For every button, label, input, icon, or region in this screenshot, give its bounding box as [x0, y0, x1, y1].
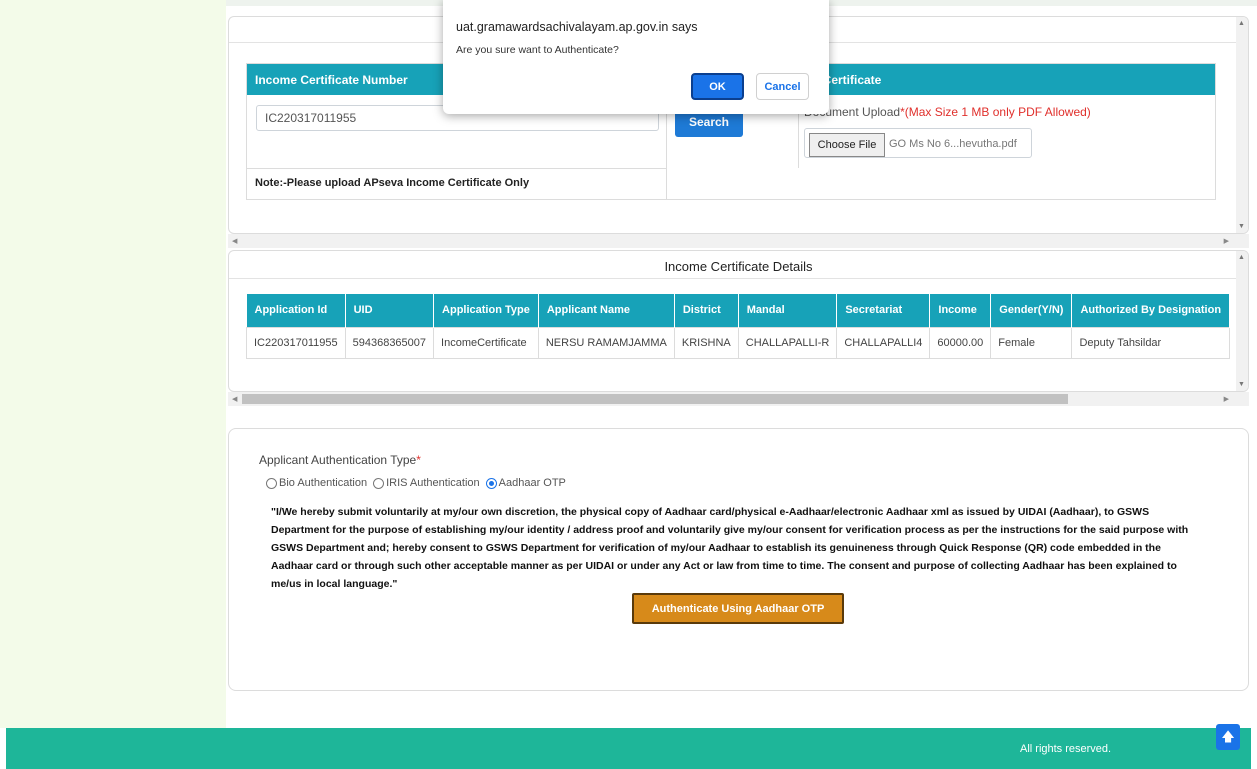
column-header: Secretariat: [836, 294, 931, 327]
table-cell: CHALLAPALLI4: [836, 326, 931, 359]
table-row: IC220317011955 594368365007 IncomeCertif…: [246, 326, 1231, 359]
scroll-left-arrow-icon[interactable]: ◀: [232, 237, 237, 245]
radio-button[interactable]: [266, 477, 277, 489]
authentication-type-radio-group: Bio Authentication IRIS Authentication A…: [266, 477, 572, 489]
left-sidebar-panel: [0, 0, 226, 728]
column-header: Applicant Name: [538, 294, 675, 327]
arrow-up-icon: 🡅: [1221, 729, 1235, 744]
ok-button[interactable]: OK: [691, 73, 744, 100]
column-header: UID: [345, 294, 435, 327]
scroll-up-arrow-icon[interactable]: ▲: [1238, 20, 1245, 27]
scroll-up-arrow-icon[interactable]: ▲: [1238, 254, 1245, 261]
vertical-scrollbar[interactable]: ▲ ▼: [1236, 17, 1248, 233]
vertical-scrollbar[interactable]: ▲ ▼: [1236, 251, 1248, 391]
document-upload-label: Document Upload*(Max Size 1 MB only PDF …: [804, 105, 1091, 119]
table-cell: CHALLAPALLI-R: [737, 326, 838, 359]
column-header: Mandal: [738, 294, 838, 327]
authenticate-aadhaar-otp-button[interactable]: Authenticate Using Aadhaar OTP: [632, 593, 844, 624]
radio-iris-authentication[interactable]: IRIS Authentication: [373, 477, 480, 489]
radio-label: IRIS Authentication: [386, 477, 480, 489]
column-header: Application Type: [433, 294, 539, 327]
scroll-left-arrow-icon[interactable]: ◀: [232, 395, 237, 403]
radio-label: Bio Authentication: [279, 477, 368, 489]
footer-copyright: All rights reserved.: [1020, 743, 1112, 755]
table-cell: NERSU RAMAMJAMMA: [537, 326, 675, 359]
confirm-dialog: uat.gramawardsachivalayam.ap.gov.in says…: [443, 0, 829, 114]
horizontal-scrollbar[interactable]: ◀ ▶: [228, 234, 1249, 248]
authentication-type-label: Applicant Authentication Type*: [259, 453, 421, 467]
cancel-button[interactable]: Cancel: [756, 73, 809, 100]
table-cell: Female: [990, 326, 1073, 359]
horizontal-scrollbar[interactable]: ◀ ▶: [228, 392, 1249, 406]
authentication-card: Applicant Authentication Type* Bio Authe…: [228, 428, 1249, 691]
column-header: Authorized By Designation: [1071, 294, 1231, 327]
table-cell: IncomeCertificate: [433, 326, 539, 359]
scroll-right-arrow-icon[interactable]: ▶: [1224, 237, 1229, 245]
radio-aadhaar-otp[interactable]: Aadhaar OTP: [485, 477, 566, 489]
details-table: Application Id UID Application Type Appl…: [246, 294, 1231, 359]
choose-file-button[interactable]: Choose File: [809, 133, 885, 157]
upload-note: Note:-Please upload APseva Income Certif…: [255, 177, 530, 189]
table-cell: 594368365007: [344, 326, 435, 359]
footer: All rights reserved.: [6, 728, 1251, 769]
required-mark: *: [416, 453, 421, 467]
radio-button-selected[interactable]: [485, 477, 497, 489]
column-header: Income: [929, 294, 992, 327]
scroll-to-top-button[interactable]: 🡅: [1216, 724, 1240, 750]
file-upload-field[interactable]: Choose File GO Ms No 6...hevutha.pdf: [804, 128, 1032, 158]
radio-button[interactable]: [373, 477, 385, 489]
table-cell: 60000.00: [929, 326, 992, 359]
dialog-message: Are you sure want to Authenticate?: [456, 44, 619, 56]
radio-bio-authentication[interactable]: Bio Authentication: [266, 477, 367, 489]
radio-label: Aadhaar OTP: [498, 477, 566, 489]
column-header: Application Id: [246, 294, 346, 327]
selected-file-name: GO Ms No 6...hevutha.pdf: [889, 138, 1017, 150]
column-header: District: [674, 294, 739, 327]
authentication-type-label-text: Applicant Authentication Type: [259, 453, 417, 467]
income-certificate-number-header: Income Certificate Number: [255, 73, 408, 87]
scroll-right-arrow-icon[interactable]: ▶: [1224, 395, 1229, 403]
dialog-title: uat.gramawardsachivalayam.ap.gov.in says: [456, 20, 698, 34]
column-header: Gender(Y/N): [990, 294, 1073, 327]
table-cell: IC220317011955: [246, 326, 346, 359]
scroll-down-arrow-icon[interactable]: ▼: [1238, 223, 1245, 230]
details-title: Income Certificate Details: [229, 251, 1248, 279]
scroll-down-arrow-icon[interactable]: ▼: [1238, 381, 1245, 388]
scrollbar-thumb[interactable]: [242, 394, 1068, 404]
divider: [247, 168, 666, 169]
details-header-row: Application Id UID Application Type Appl…: [246, 294, 1231, 327]
table-cell: Deputy Tahsildar: [1071, 326, 1231, 359]
consent-text: "I/We hereby submit voluntarily at my/ou…: [271, 506, 1189, 590]
income-certificate-details-card: Income Certificate Details Application I…: [228, 250, 1249, 392]
upload-size-hint: *(Max Size 1 MB only PDF Allowed): [900, 105, 1091, 119]
table-cell: KRISHNA: [673, 326, 739, 359]
